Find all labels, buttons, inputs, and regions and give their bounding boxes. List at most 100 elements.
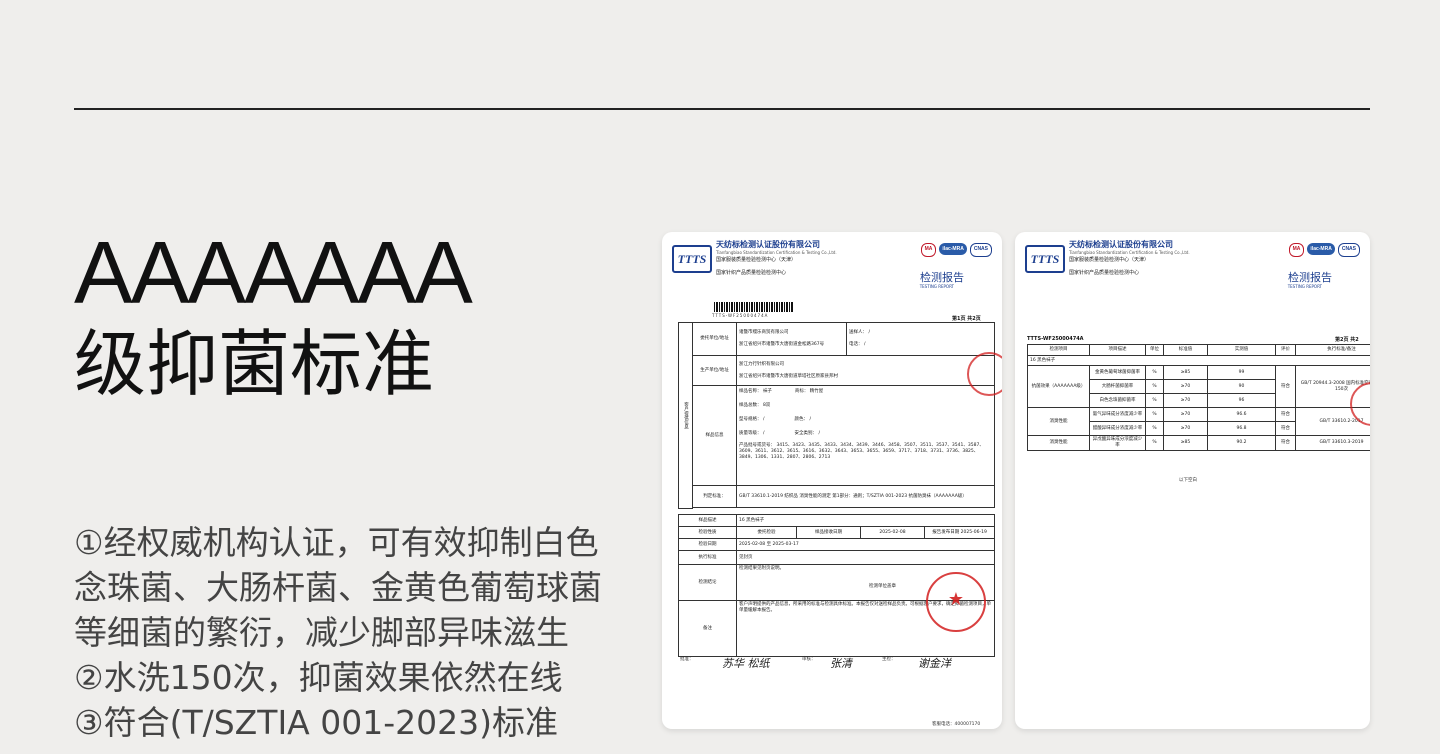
col-header: 项目描述 (1089, 344, 1146, 356)
col-header: 检测项目 (1027, 344, 1090, 356)
cell-unit: % (1145, 365, 1164, 380)
org-line3: 国家针织产品质量检验检测中心 (1069, 270, 1140, 276)
batch-label: 产品批号或货号： (739, 443, 775, 448)
report-page-2: TTTS 天纺标检测认证股份有限公司 Tianfangbiao Standard… (1015, 232, 1370, 729)
report-number: TTTS-WF25000474A (1027, 336, 1084, 342)
inspect-type: 委托检验 (736, 526, 797, 539)
report-title-en: TESTING REPORT (1287, 284, 1322, 289)
side-label: 客户提供信息 (678, 322, 693, 509)
color-label: 颜色： (794, 417, 809, 422)
cell-note: GB/T 33610.3-2019 (1295, 435, 1370, 451)
client-address: 浙江省绍兴市诸暨市大唐街道金松路367号 (739, 342, 825, 347)
client-label: 委托单位/地址 (692, 322, 737, 356)
test-date-label: 检验日期 (678, 538, 737, 551)
cell-value: 99 (1207, 365, 1276, 380)
accreditation-badges: MA ilac-MRA CNAS (1288, 243, 1360, 257)
barcode (714, 302, 794, 312)
brand-label: 商标： (794, 389, 809, 394)
batch-numbers: 3415、3423、3435、3433、3434、3439、3446、3458、… (739, 443, 984, 460)
cell-value: 96 (1207, 393, 1276, 408)
recv-date: 2025-02-08 (860, 526, 925, 539)
inspect-label: 检验性质 (678, 526, 737, 539)
cell-std: ≥70 (1163, 393, 1208, 408)
contact-label: 送样人： (849, 330, 867, 335)
col-header: 实测值 (1207, 344, 1276, 356)
org-name: 天纺标检测认证股份有限公司 (716, 240, 820, 249)
org-line2: 国家服装质量检验检测中心（天津） (716, 257, 797, 263)
phone-label: 电话： (849, 342, 863, 347)
standard: GB/T 33610.1-2019 纺织品 消臭性能的测定 第1部分：通则；T/… (736, 485, 995, 508)
exec-standard: 见封页 (735, 550, 996, 565)
table-row: 消臭性能 异戊酸异味成分浓度减少率 % ≥85 90.2 符合 GB/T 336… (1027, 435, 1370, 451)
conclusion-label: 检测结论 (678, 564, 737, 601)
cell-eval: 符合 (1275, 365, 1296, 408)
cell-eval: 符合 (1275, 421, 1296, 436)
feature-line: ③符合(T/SZTIA 001-2023)标准 (74, 703, 558, 742)
cell-unit: % (1145, 393, 1164, 408)
blank-note: 以下空白 (1179, 478, 1197, 483)
sample-info-label: 样品信息 (692, 385, 737, 486)
ilac-badge: ilac-MRA (939, 243, 967, 255)
writer-label: 主检： (882, 657, 896, 662)
report-title: 检测报告 (1288, 271, 1332, 284)
org-line2: 国家服装质量检验检测中心（天津） (1069, 257, 1150, 263)
report-title-en: TESTING REPORT (919, 284, 954, 289)
cell-unit: % (1145, 421, 1164, 436)
ma-badge: MA (920, 243, 937, 257)
feature-line: ②水洗150次，抑菌效果依然在线 (74, 658, 563, 697)
exec-label: 执行标准 (678, 550, 737, 565)
accreditation-badges: MA ilac-MRA CNAS (920, 243, 992, 257)
contact-value: / (868, 330, 870, 335)
sample-name-label: 样品名称： (739, 389, 762, 394)
maker-name: 浙江力行针织有限公司 (739, 361, 784, 367)
maker-address: 浙江省绍兴市诸暨市大唐街道草塔社区原家县邦村 (739, 373, 838, 379)
writer-signature: 谢金洋 (918, 657, 951, 670)
headline: AAAAAAA 级抑菌标准 (74, 223, 473, 410)
issue-date: 2025-06-19 (960, 529, 987, 535)
ilac-badge: ilac-MRA (1307, 243, 1335, 255)
test-date-from: 2025-02-08 (739, 541, 766, 547)
safety-label: 安全类别： (794, 431, 818, 436)
ma-badge: MA (1288, 243, 1305, 257)
recv-label: 样品接收日期 (796, 526, 861, 539)
cell-item: 消臭性能 (1027, 435, 1090, 451)
cell-value: 90.2 (1207, 435, 1276, 451)
cell-std: ≥85 (1163, 365, 1208, 380)
cell-std: ≥70 (1163, 421, 1208, 436)
cnas-badge: CNAS (969, 243, 992, 257)
ttts-logo: TTTS (672, 245, 712, 273)
headline-grade: AAAAAAA (74, 223, 473, 322)
col-header: 标准值 (1163, 344, 1208, 356)
cell-item: 消臭性能 (1027, 407, 1090, 436)
cell-eval: 符合 (1275, 407, 1296, 422)
ttts-logo: TTTS (1025, 245, 1065, 273)
cell-item: 抗菌效果（AAAAAAA级） (1027, 365, 1090, 408)
headline-title: 级抑菌标准 (74, 322, 435, 406)
test-date-to: 2025-03-17 (772, 541, 799, 547)
cell-std: ≥85 (1163, 435, 1208, 451)
feature-line: 等细菌的繁衍，减少脚部异味滋生 (74, 613, 569, 652)
cell-std: ≥70 (1163, 379, 1208, 394)
page-number: 第2页 共2 (1335, 337, 1359, 343)
client-name: 诸暨市缦乐商贸有限公司 (739, 330, 789, 335)
grade: / (762, 431, 765, 436)
cell-value: 90 (1207, 379, 1276, 394)
cell-unit: % (1145, 379, 1164, 394)
report-header: TTTS 天纺标检测认证股份有限公司 Tianfangbiao Standard… (672, 239, 994, 289)
sample-name: 袜子 (762, 389, 772, 394)
sample-qty-label: 样品总数： (739, 403, 762, 408)
sample-qty: 8双 (762, 403, 771, 408)
review-label: 审核： (802, 657, 816, 662)
report-title: 检测报告 (920, 271, 964, 284)
cell-desc: 大肠杆菌抑菌率 (1089, 379, 1146, 394)
cell-value: 96.6 (1207, 407, 1276, 422)
remark-label: 备注 (678, 600, 737, 657)
org-en: Tianfangbiao Standardization Certificati… (1069, 250, 1190, 255)
top-divider (74, 108, 1370, 110)
org-line3: 国家针织产品质量检验检测中心 (716, 270, 787, 276)
issue-label: 报告发布日期 (932, 529, 960, 535)
feature-line: 念珠菌、大肠杆菌、金黄色葡萄球菌 (74, 568, 602, 607)
maker-label: 生产单位/地址 (692, 355, 737, 386)
color: / (809, 417, 811, 422)
col-header: 评价 (1275, 344, 1296, 356)
